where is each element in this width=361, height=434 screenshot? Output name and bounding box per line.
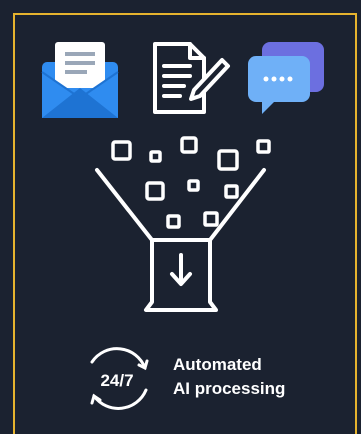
chat-bubbles-icon [248,42,324,114]
badge-label: 24/7 [100,371,133,390]
caption-line-2: AI processing [173,379,286,398]
caption: Automated AI processing [173,353,343,401]
email-envelope-icon [41,42,119,118]
document-signing-icon [153,42,230,114]
funnel-to-download-box-icon [95,136,271,312]
caption-line-1: Automated [173,355,262,374]
